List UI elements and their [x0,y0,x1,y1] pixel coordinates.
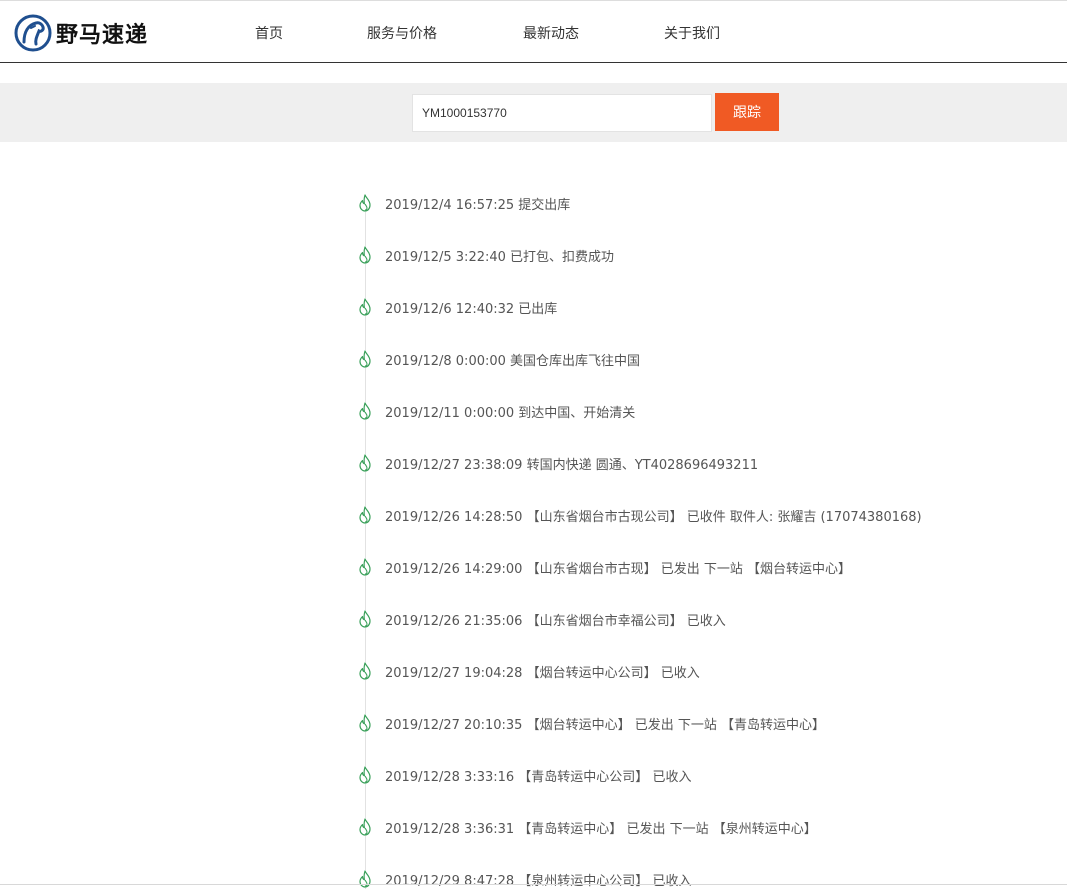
flame-icon [357,610,373,628]
timeline-event-text: 2019/12/26 14:29:00 【山东省烟台市古现】 已发出 下一站 【… [385,561,851,577]
timeline-event: 2019/12/27 19:04:28 【烟台转运中心公司】 已收入 [357,660,700,682]
flame-icon [357,766,373,784]
timeline-event-text: 2019/12/28 3:33:16 【青岛转运中心公司】 已收入 [385,769,692,785]
flame-icon [357,558,373,576]
flame-icon [357,246,373,264]
flame-icon [357,402,373,420]
tracking-timeline: 2019/12/4 16:57:25 提交出库 2019/12/5 3:22:40… [0,175,1067,889]
track-button[interactable]: 跟踪 [715,93,779,131]
nav-about-us[interactable]: 关于我们 [664,23,720,43]
flame-icon [357,350,373,368]
brand-logo[interactable]: 野马速递 [14,13,148,53]
flame-icon [357,870,373,888]
nav-latest-news[interactable]: 最新动态 [523,23,579,43]
flame-icon [357,298,373,316]
timeline-event: 2019/12/8 0:00:00 美国仓库出库飞往中国 [357,348,640,370]
nav-home[interactable]: 首页 [255,23,283,43]
bottom-divider [0,884,1067,885]
timeline-event: 2019/12/27 20:10:35 【烟台转运中心】 已发出 下一站 【青岛… [357,712,825,734]
brand-name: 野马速递 [56,23,149,48]
timeline-event: 2019/12/27 23:38:09 转国内快递 圆通、YT402869649… [357,452,758,474]
timeline-event-text: 2019/12/5 3:22:40 已打包、扣费成功 [385,249,615,265]
timeline-event: 2019/12/29 8:47:28 【泉州转运中心公司】 已收入 [357,868,691,889]
timeline-event-text: 2019/12/4 16:57:25 提交出库 [385,197,571,213]
flame-icon [357,714,373,732]
flame-icon [357,506,373,524]
tracking-search-band: 跟踪 [0,83,1067,142]
flame-icon [357,818,373,836]
timeline-event-text: 2019/12/27 19:04:28 【烟台转运中心公司】 已收入 [385,665,700,681]
timeline-event-text: 2019/12/28 3:36:31 【青岛转运中心】 已发出 下一站 【泉州转… [385,821,817,837]
timeline-event: 2019/12/26 21:35:06 【山东省烟台市幸福公司】 已收入 [357,608,726,630]
timeline-event-text: 2019/12/26 21:35:06 【山东省烟台市幸福公司】 已收入 [385,613,726,629]
timeline-event: 2019/12/26 14:28:50 【山东省烟台市古现公司】 已收件 取件人… [357,504,922,526]
timeline-event: 2019/12/26 14:29:00 【山东省烟台市古现】 已发出 下一站 【… [357,556,851,578]
timeline-event: 2019/12/28 3:36:31 【青岛转运中心】 已发出 下一站 【泉州转… [357,816,817,838]
timeline-event: 2019/12/6 12:40:32 已出库 [357,296,557,318]
timeline-event-text: 2019/12/6 12:40:32 已出库 [385,301,558,317]
flame-icon [357,662,373,680]
flame-icon [357,194,373,212]
timeline-event-text: 2019/12/27 20:10:35 【烟台转运中心】 已发出 下一站 【青岛… [385,717,825,733]
nav-services-pricing[interactable]: 服务与价格 [367,23,437,43]
timeline-event: 2019/12/5 3:22:40 已打包、扣费成功 [357,244,614,266]
top-navigation-bar: 野马速递 首页 服务与价格 最新动态 关于我们 [0,0,1067,63]
flame-icon [357,454,373,472]
timeline-event: 2019/12/11 0:00:00 到达中国、开始清关 [357,400,635,422]
timeline-event: 2019/12/4 16:57:25 提交出库 [357,192,570,214]
timeline-event-text: 2019/12/29 8:47:28 【泉州转运中心公司】 已收入 [385,873,692,889]
timeline-event-text: 2019/12/8 0:00:00 美国仓库出库飞往中国 [385,353,641,369]
tracking-number-input[interactable] [412,94,712,132]
timeline-event-text: 2019/12/11 0:00:00 到达中国、开始清关 [385,405,636,421]
timeline-event-text: 2019/12/27 23:38:09 转国内快递 圆通、YT402869649… [385,457,759,473]
timeline-event-text: 2019/12/26 14:28:50 【山东省烟台市古现公司】 已收件 取件人… [385,509,922,525]
timeline-event: 2019/12/28 3:33:16 【青岛转运中心公司】 已收入 [357,764,691,786]
horse-logo-icon [14,14,52,52]
